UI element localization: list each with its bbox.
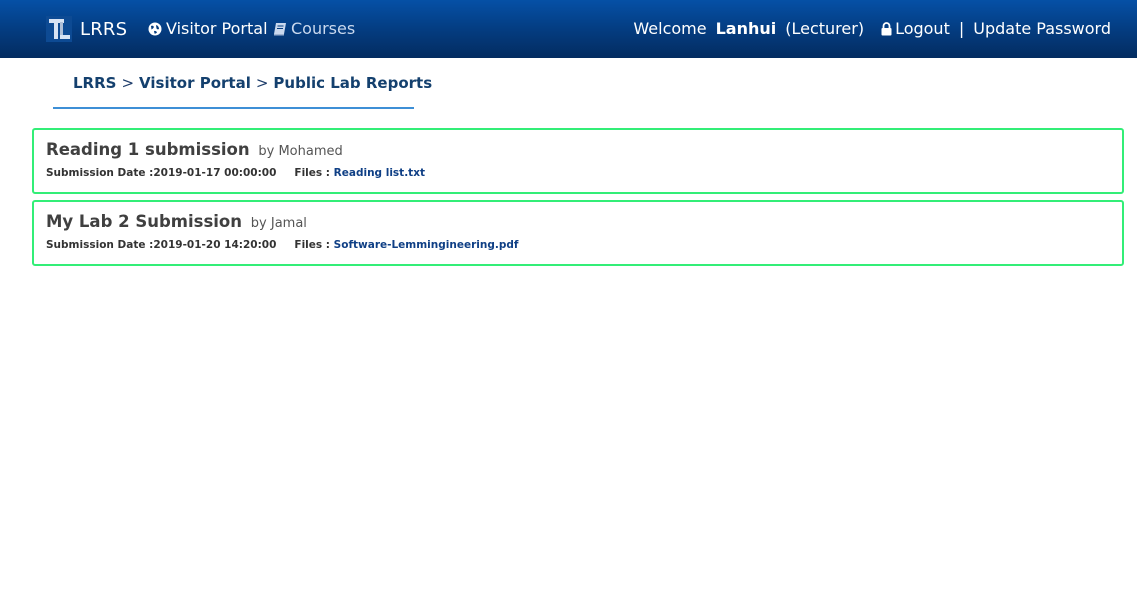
- breadcrumb-separator: >: [255, 74, 269, 92]
- report-card: Reading 1 submission by Mohamed Submissi…: [32, 128, 1124, 194]
- user-menu: Welcome Lanhui (Lecturer) Logout | Updat…: [633, 19, 1111, 38]
- files: Files : Software-Lemmingineering.pdf: [294, 239, 518, 251]
- logout-link[interactable]: Logout: [881, 19, 950, 38]
- submission-date-label: Submission Date :: [46, 239, 154, 251]
- report-author: by Jamal: [250, 216, 307, 231]
- report-meta: Submission Date :2019-01-17 00:00:00 Fil…: [46, 167, 1122, 179]
- book-icon: [274, 22, 286, 35]
- brand-text: LRRS: [80, 18, 128, 40]
- report-meta: Submission Date :2019-01-20 14:20:00 Fil…: [46, 239, 1122, 251]
- brand-link[interactable]: LRRS: [46, 14, 127, 44]
- report-card: My Lab 2 Submission by Jamal Submission …: [32, 200, 1124, 266]
- report-title-row: Reading 1 submission by Mohamed: [46, 140, 1122, 159]
- file-link[interactable]: Software-Lemmingineering.pdf: [334, 239, 519, 251]
- breadcrumb: LRRS > Visitor Portal > Public Lab Reports: [53, 66, 432, 109]
- report-title-row: My Lab 2 Submission by Jamal: [46, 212, 1122, 231]
- lrrs-logo-icon: [46, 16, 72, 42]
- lock-icon: [881, 21, 892, 35]
- submission-date: Submission Date :2019-01-17 00:00:00: [46, 167, 276, 179]
- files: Files : Reading list.txt: [294, 167, 425, 179]
- top-navbar: LRRS Visitor Portal Courses Welcome Lanh…: [0, 0, 1137, 58]
- report-title: Reading 1 submission: [46, 140, 250, 159]
- nav-courses[interactable]: Courses: [273, 19, 355, 38]
- update-password-link[interactable]: Update Password: [973, 19, 1111, 38]
- submission-date-value: 2019-01-17 00:00:00: [153, 167, 277, 179]
- logout-label: Logout: [895, 19, 950, 38]
- breadcrumb-separator: >: [121, 74, 135, 92]
- submission-date-value: 2019-01-20 14:20:00: [153, 239, 277, 251]
- user-role: (Lecturer): [785, 19, 865, 38]
- username: Lanhui: [715, 19, 777, 38]
- welcome-text: Welcome: [633, 19, 707, 38]
- breadcrumb-public-lab-reports[interactable]: Public Lab Reports: [273, 74, 432, 92]
- nav-separator: |: [958, 19, 965, 38]
- file-link[interactable]: Reading list.txt: [334, 167, 425, 179]
- nav-courses-label: Courses: [291, 19, 356, 38]
- nav-visitor-portal[interactable]: Visitor Portal: [148, 19, 268, 38]
- files-label: Files :: [294, 239, 331, 251]
- report-author: by Mohamed: [258, 144, 343, 159]
- submission-date-label: Submission Date :: [46, 167, 154, 179]
- nav-visitor-portal-label: Visitor Portal: [166, 19, 268, 38]
- report-title: My Lab 2 Submission: [46, 212, 243, 231]
- breadcrumb-lrrs[interactable]: LRRS: [73, 74, 116, 92]
- submission-date: Submission Date :2019-01-20 14:20:00: [46, 239, 276, 251]
- globe-icon: [148, 22, 162, 35]
- files-label: Files :: [294, 167, 331, 179]
- breadcrumb-visitor-portal[interactable]: Visitor Portal: [139, 74, 251, 92]
